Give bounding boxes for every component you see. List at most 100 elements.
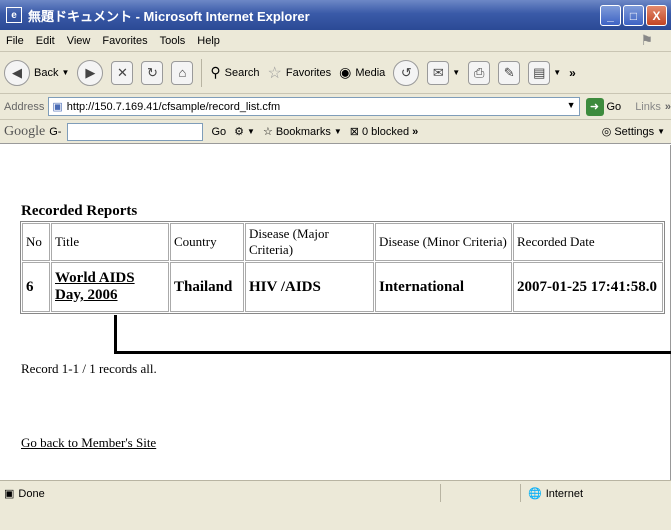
popup-blocker-icon: ⊠ — [349, 126, 359, 138]
media-button[interactable]: ◉ Media — [339, 64, 385, 81]
table-header-row: No Title Country Disease (Major Criteria… — [22, 223, 663, 261]
menu-help[interactable]: Help — [197, 35, 220, 47]
forward-arrow-icon: ▶ — [77, 59, 104, 86]
stop-icon: ✕ — [111, 60, 134, 85]
chevron-down-icon: ▼ — [247, 127, 255, 136]
windows-flag-icon: ⚑ — [640, 32, 653, 48]
chevron-down-icon[interactable]: ▼ — [567, 100, 576, 110]
search-button[interactable]: ⚲ Search — [210, 64, 259, 81]
back-to-member-site-link[interactable]: Go back to Member's Site — [21, 435, 156, 451]
stop-button[interactable]: ✕ — [111, 60, 134, 85]
cell-country: Thailand — [170, 262, 244, 312]
google-logo[interactable]: Google — [4, 124, 45, 140]
bookmarks-label: Bookmarks — [275, 125, 331, 138]
cell-title: World AIDS Day, 2006 — [51, 262, 169, 312]
record-count: Record 1-1 / 1 records all. — [21, 361, 157, 376]
column-header: Recorded Date — [513, 223, 663, 261]
links-overflow-icon[interactable]: » — [665, 101, 671, 113]
page-done-icon: ▣ — [4, 488, 15, 500]
menu-edit[interactable]: Edit — [36, 35, 55, 47]
reports-table: No Title Country Disease (Major Criteria… — [20, 221, 665, 314]
page-content: Recorded Reports No Title Country Diseas… — [0, 145, 671, 480]
address-input[interactable]: ▣ http://150.7.169.41/cfsample/record_li… — [48, 97, 580, 116]
google-tools-button[interactable]: ⚙ ▼ — [234, 125, 255, 138]
menu-view[interactable]: View — [67, 35, 91, 47]
chevron-down-icon: ▼ — [61, 68, 70, 77]
menu-tools[interactable]: Tools — [160, 35, 186, 47]
status-divider — [440, 484, 441, 502]
cell-minor-criteria: International — [375, 262, 512, 312]
address-bar: Address ▣ http://150.7.169.41/cfsample/r… — [0, 94, 671, 120]
forward-button[interactable]: ▶ — [77, 59, 104, 86]
chevron-down-icon: ▼ — [333, 127, 342, 136]
page-icon: ▣ — [52, 101, 63, 113]
media-label: Media — [355, 66, 386, 79]
discuss-button[interactable]: ▤ ▼ — [528, 60, 562, 85]
back-label: Back — [34, 66, 59, 79]
column-header: Disease (Major Criteria) — [245, 223, 374, 261]
mail-button[interactable]: ✉ ▼ — [427, 60, 461, 85]
back-button[interactable]: ◀ Back ▼ — [4, 59, 70, 86]
menu-bar: File Edit View Favorites Tools Help ⚑ — [0, 30, 671, 52]
gear-icon: ⚙ — [234, 126, 245, 138]
ie-icon: e — [6, 7, 22, 23]
column-header: Disease (Minor Criteria) — [375, 223, 512, 261]
status-bar: ▣ Done 🌐 Internet — [0, 480, 671, 530]
security-zone[interactable]: 🌐 Internet — [528, 487, 583, 501]
toolbar-overflow-icon[interactable]: » — [569, 66, 576, 80]
maximize-button[interactable]: □ — [623, 5, 644, 26]
menu-favorites[interactable]: Favorites — [102, 35, 147, 47]
popup-blocker-button[interactable]: ⊠ 0 blocked » — [349, 125, 419, 139]
cell-recorded-date: 2007-01-25 17:41:58.0 — [513, 262, 663, 312]
go-button[interactable]: ➜ Go — [585, 97, 622, 116]
google-g-button[interactable]: G- — [49, 126, 61, 138]
globe-icon: 🌐 — [528, 488, 542, 500]
go-label: Go — [606, 100, 622, 113]
mail-icon: ✉ — [427, 60, 450, 85]
menu-file[interactable]: File — [6, 35, 24, 47]
cell-major-criteria: HIV /AIDS — [245, 262, 374, 312]
chevron-down-icon: ▼ — [452, 68, 461, 77]
print-icon: ⎙ — [468, 60, 491, 85]
favorites-button[interactable]: ☆ Favorites — [268, 63, 332, 83]
star-icon: ☆ — [262, 126, 273, 138]
column-header: Title — [51, 223, 169, 261]
callout-line — [114, 351, 671, 354]
go-arrow-icon: ➜ — [585, 97, 604, 116]
status-done: ▣ Done — [4, 487, 45, 501]
cell-no: 6 — [22, 262, 50, 312]
blocked-label: 0 blocked — [361, 125, 410, 138]
column-header: Country — [170, 223, 244, 261]
page-title: Recorded Reports — [21, 203, 138, 219]
refresh-button[interactable]: ↻ — [141, 60, 164, 85]
refresh-icon: ↻ — [141, 60, 164, 85]
minimize-button[interactable]: _ — [600, 5, 621, 26]
home-icon: ⌂ — [171, 60, 194, 85]
favorites-label: Favorites — [285, 66, 332, 79]
url-text: http://150.7.169.41/cfsample/record_list… — [66, 100, 281, 113]
settings-button[interactable]: ◎ Settings ▼ — [602, 125, 665, 139]
search-icon: ⚲ — [210, 64, 221, 80]
chevron-down-icon: ▼ — [553, 68, 562, 77]
overflow-icon: » — [412, 125, 419, 138]
settings-label: Settings — [614, 125, 655, 138]
window-controls: _ □ X — [600, 5, 667, 26]
table-row: 6 World AIDS Day, 2006 Thailand HIV /AID… — [22, 262, 663, 312]
links-button[interactable]: Links — [635, 101, 661, 113]
history-button[interactable]: ↺ — [393, 59, 420, 86]
close-button[interactable]: X — [646, 5, 667, 26]
title-bar: e 無題ドキュメント - Microsoft Internet Explorer… — [0, 0, 671, 30]
window-title: 無題ドキュメント - Microsoft Internet Explorer — [28, 8, 310, 24]
google-go-button[interactable]: Go — [211, 126, 226, 138]
media-icon: ◉ — [339, 64, 352, 80]
standard-toolbar: ◀ Back ▼ ▶ ✕ ↻ ⌂ ⚲ Search ☆ Favorites ◉ … — [0, 52, 671, 94]
column-header: No — [22, 223, 50, 261]
report-title-link[interactable]: World AIDS Day, 2006 — [55, 270, 135, 303]
google-search-input[interactable] — [67, 122, 204, 141]
bookmarks-button[interactable]: ☆ Bookmarks ▼ — [262, 125, 342, 139]
edit-button[interactable]: ✎ — [498, 60, 521, 85]
edit-icon: ✎ — [498, 60, 521, 85]
home-button[interactable]: ⌂ — [171, 60, 194, 85]
callout-line — [114, 315, 117, 353]
print-button[interactable]: ⎙ — [468, 60, 491, 85]
